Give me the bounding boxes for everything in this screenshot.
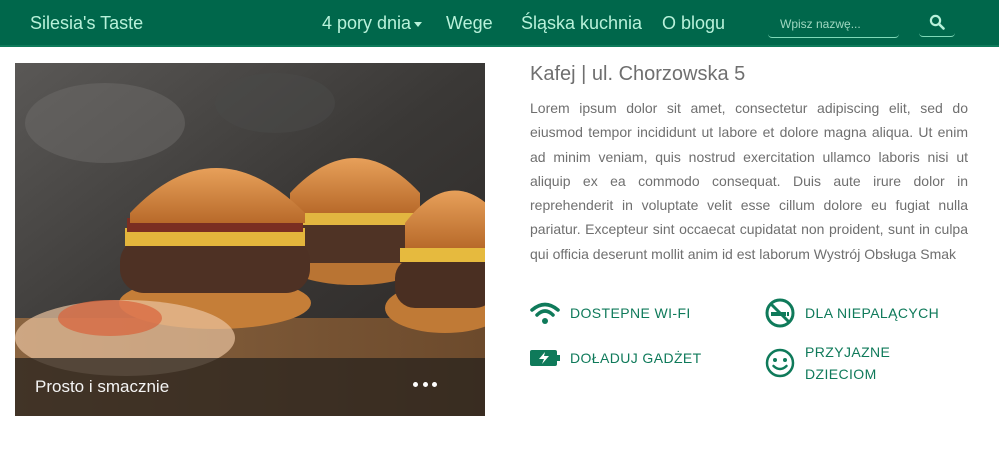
smiley-icon — [765, 348, 795, 378]
search-input[interactable] — [768, 10, 899, 38]
more-options-icon[interactable] — [413, 379, 437, 389]
caption-bar: Prosto i smacznie — [15, 358, 485, 416]
search-button[interactable] — [919, 8, 955, 37]
battery-charging-icon — [530, 343, 560, 373]
nav-link-label: 4 pory dnia — [322, 13, 412, 33]
brand-logo-link[interactable]: Silesia's Taste — [30, 12, 143, 34]
nav-link-slaska-kuchnia[interactable]: Śląska kuchnia — [521, 12, 642, 34]
nav-link-wege[interactable]: Wege — [446, 12, 493, 34]
navbar: Silesia's Taste 4 pory dnia Wege Śląska … — [0, 0, 999, 47]
wifi-icon — [530, 298, 560, 328]
nav-link-4-pory-dnia[interactable]: 4 pory dnia — [322, 12, 423, 34]
no-smoking-icon — [765, 298, 795, 328]
nav-link-o-blogu[interactable]: O blogu — [662, 12, 725, 34]
venue-title: Kafej | ul. Chorzowska 5 — [530, 63, 746, 85]
venue-description: Lorem ipsum dolor sit amet, consectetur … — [530, 100, 968, 262]
feature-label: DOSTEPNE WI-FI — [570, 305, 691, 321]
burger-photo-card[interactable]: Prosto i smacznie — [15, 63, 485, 416]
feature-wifi: DOSTEPNE WI-FI — [530, 298, 691, 328]
feature-no-smoking: DLA NIEPALĄCYCH — [765, 298, 939, 328]
feature-label: PRZYJAZNE DZIECIOM — [805, 344, 891, 382]
feature-kid-friendly: PRZYJAZNE DZIECIOM — [765, 341, 905, 385]
feature-charging: DOŁADUJ GADŻET — [530, 343, 702, 373]
feature-label: DLA NIEPALĄCYCH — [805, 305, 940, 321]
search-icon — [929, 14, 945, 30]
chevron-down-icon — [414, 21, 423, 27]
caption-text: Prosto i smacznie — [35, 377, 170, 396]
feature-label: DOŁADUJ GADŻET — [570, 350, 702, 366]
